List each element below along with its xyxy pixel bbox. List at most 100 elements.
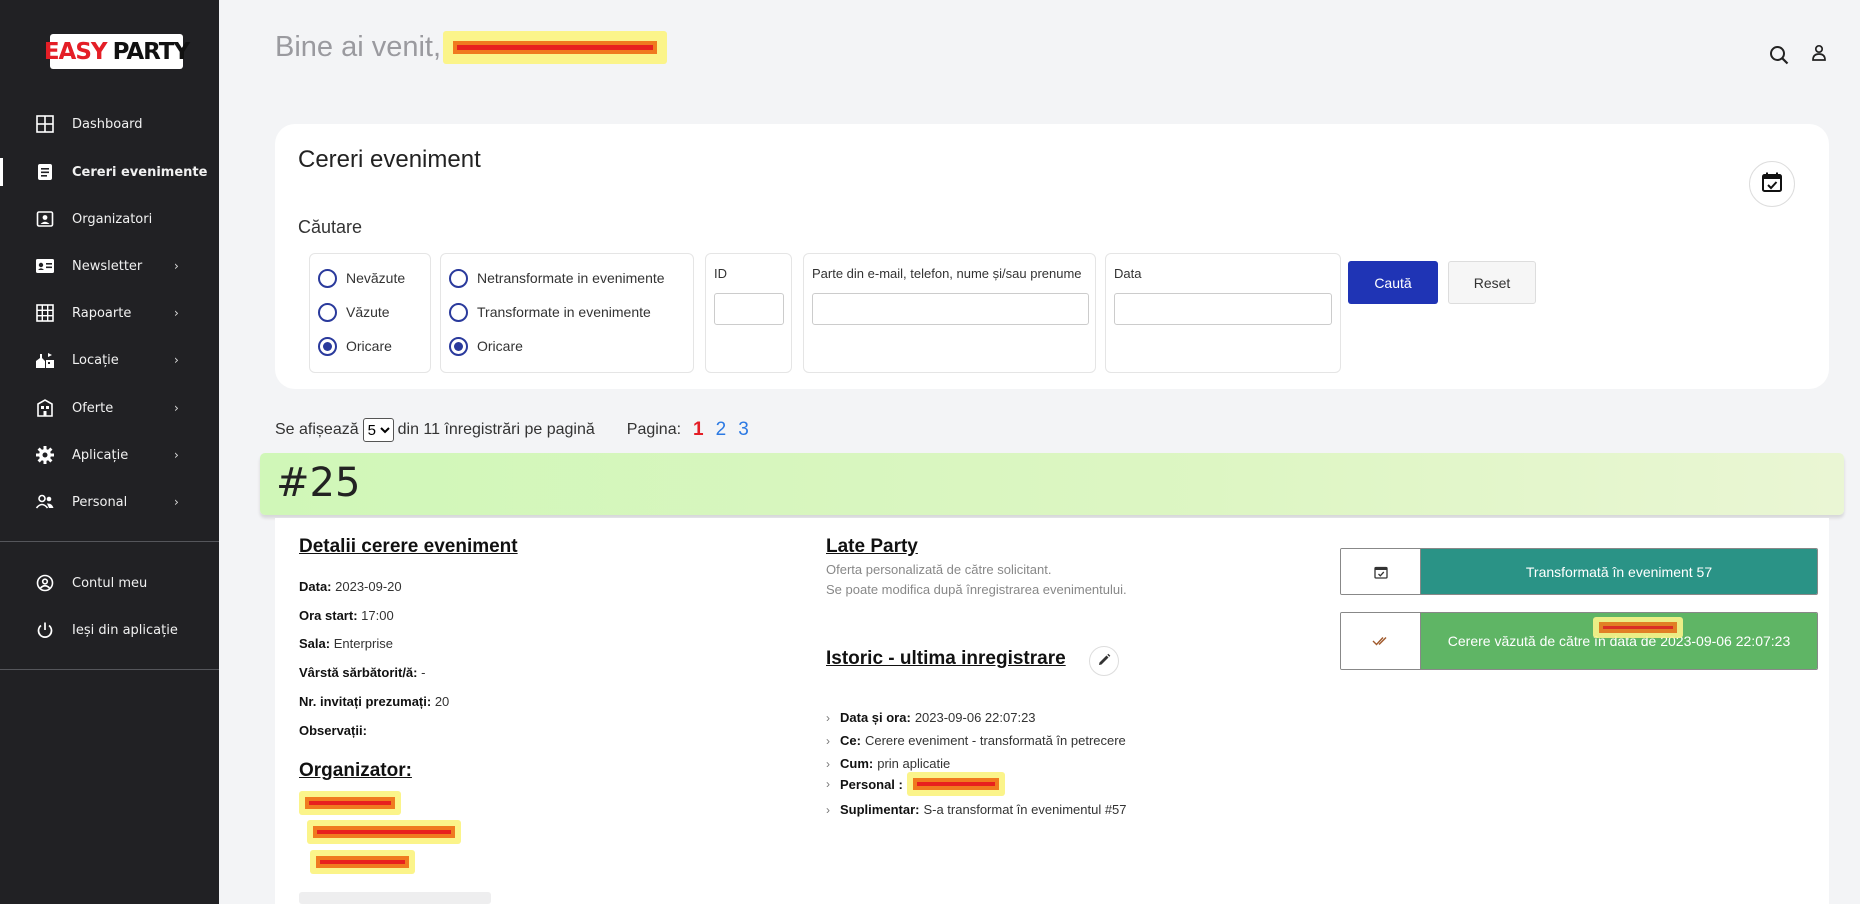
offer-subtitle-2: Se poate modifica după înregistrarea eve… [826,582,1127,597]
history-value: Cerere eveniment - transformată în petre… [864,733,1126,748]
sidebar-item-aplicatie[interactable]: Aplicație › [0,437,219,473]
radio-circle[interactable] [318,302,337,322]
logo-part-easy: EASY [43,38,108,65]
sidebar-item-label: Oferte [72,400,114,416]
query-label: Parte din e-mail, telefon, nume și/sau p… [812,266,1082,281]
sidebar-item-organizatori[interactable]: Organizatori [0,201,219,237]
history-item: › Ce: Cerere eveniment - transformată în p… [826,733,1126,748]
calendar-button[interactable] [1749,161,1795,207]
per-page-select[interactable]: 5 [362,418,394,442]
search-icon[interactable] [1768,44,1790,66]
sidebar-item-label: Organizatori [72,211,153,227]
sidebar-item-label: Contul meu [72,575,148,591]
sidebar-item-locatie[interactable]: Locație › [0,342,219,378]
redacted-seen-by [1593,617,1683,638]
sidebar-divider [0,541,219,542]
power-icon [34,619,56,641]
radio-transformate[interactable]: Transformate in evenimente [449,300,651,324]
radio-circle[interactable] [449,302,468,322]
page-link-3[interactable]: 3 [738,419,749,441]
id-input[interactable] [714,293,784,325]
sidebar-item-oferte[interactable]: Oferte › [0,390,219,426]
chevron-right-icon: › [174,306,179,320]
page-link-1[interactable]: 1 [693,419,704,441]
redacted-staff-name [906,772,1005,796]
radio-circle-selected[interactable] [318,336,337,356]
detail-key: Data: [299,579,332,594]
sidebar-item-label: Rapoarte [72,305,132,321]
app-logo[interactable]: EASY PARTY [44,34,190,69]
record-header: #25 [260,453,1844,515]
location-icon [34,349,56,371]
radio-netransformate[interactable]: Netransformate in evenimente [449,266,665,290]
radio-circle[interactable] [449,268,468,288]
sidebar-item-rapoarte[interactable]: Rapoarte › [0,295,219,331]
search-button[interactable]: Caută [1348,261,1438,304]
record-body: Detalii cerere eveniment Data: 2023-09-2… [275,518,1829,904]
sidebar-item-dashboard[interactable]: Dashboard [0,106,219,142]
radio-circle-selected[interactable] [449,336,468,356]
history-item: › Data și ora: 2023-09-06 22:07:23 [826,710,1036,725]
sidebar-item-contul-meu[interactable]: Contul meu [0,565,219,601]
radio-nevazute[interactable]: Nevăzute [318,266,405,290]
history-value: prin aplicatie [877,756,951,771]
detail-sala: Sala: Enterprise [299,636,393,651]
date-label: Data [1114,266,1142,281]
id-filter: ID [705,253,792,373]
history-value: 2023-09-06 22:07:23 [914,710,1036,725]
dashboard-icon [34,113,56,135]
pagination-row: Se afișează 5 din 11 înregistrări pe pag… [275,418,749,442]
chevron-right-icon: › [826,733,830,748]
chevron-right-icon: › [826,802,830,817]
contact-icon [34,208,56,230]
radio-oricare-seen[interactable]: Oricare [318,334,392,358]
sidebar-item-personal[interactable]: Personal › [0,484,219,520]
double-check-icon [1341,613,1421,669]
sidebar: EASY PARTY Dashboard Cereri evenimente O… [0,0,219,904]
radio-label: Văzute [346,304,390,320]
sidebar-item-label: Cereri evenimente [72,164,208,180]
document-icon [34,161,56,183]
status-transformed[interactable]: Transformată în eveniment 57 [1340,548,1818,595]
radio-label: Transformate in evenimente [477,304,651,320]
chevron-right-icon: › [174,448,179,462]
edit-history-button[interactable] [1089,646,1119,676]
calendar-check-icon [1761,171,1783,197]
history-item: › Personal : [826,772,1005,796]
people-icon [34,491,56,513]
user-icon[interactable] [1808,42,1830,64]
history-key: Ce: [840,733,861,748]
show-prefix: Se afișează [275,421,359,438]
history-item: › Cum: prin aplicatie [826,756,950,771]
radio-circle[interactable] [318,268,337,288]
detail-value: 17:00 [361,608,394,623]
date-input[interactable] [1114,293,1332,325]
grid-icon [34,302,56,324]
seen-filter-group: Nevăzute Văzute Oricare [309,253,431,373]
sidebar-divider [0,669,219,670]
radio-vazute[interactable]: Văzute [318,300,390,324]
detail-key: Nr. invitați prezumați: [299,694,432,709]
history-key: Suplimentar: [840,802,920,817]
welcome-text: Bine ai venit, [275,31,668,64]
date-filter: Data [1105,253,1341,373]
detail-key: Observații: [299,723,367,738]
status-seen[interactable]: Cerere văzută de către în data de 2023-0… [1340,612,1818,670]
page-label: Pagina: [626,421,682,438]
radio-oricare-transform[interactable]: Oricare [449,334,523,358]
sidebar-item-label: Aplicație [72,447,129,463]
sidebar-item-label: Newsletter [72,258,143,274]
sidebar-item-label: Ieși din aplicație [72,622,178,638]
id-label: ID [714,266,727,281]
query-input[interactable] [812,293,1089,325]
chevron-right-icon: › [174,401,179,415]
history-title: Istoric - ultima inregistrare [826,648,1066,669]
page-link-2[interactable]: 2 [716,419,727,441]
sidebar-item-iesi[interactable]: Ieși din aplicație [0,612,219,648]
redacted-organizer-email [307,820,461,844]
reset-button[interactable]: Reset [1448,261,1536,304]
detail-value: - [421,665,426,680]
sidebar-item-newsletter[interactable]: Newsletter › [0,248,219,284]
calendar-check-icon [1341,549,1421,594]
sidebar-item-cereri-evenimente[interactable]: Cereri evenimente [0,154,219,190]
